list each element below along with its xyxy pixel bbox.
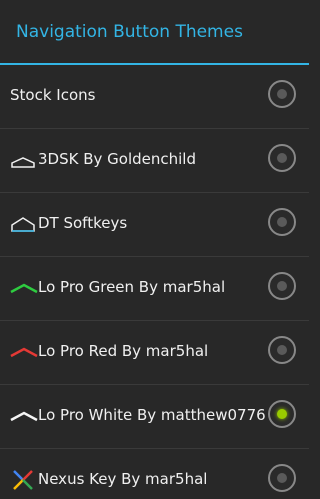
chevron-red-icon	[10, 343, 38, 363]
theme-option-lo-pro-green[interactable]: Lo Pro Green By mar5hal	[0, 257, 309, 321]
option-label: Lo Pro Red By mar5hal	[38, 342, 209, 360]
theme-option-dt-softkeys[interactable]: DT Softkeys	[0, 193, 309, 257]
home-outline-blue-icon	[10, 215, 36, 235]
radio-dot	[277, 281, 287, 291]
theme-list: Stock Icons 3DSK By Goldenchild DT Softk…	[0, 65, 309, 499]
chevron-white-icon	[10, 407, 38, 427]
radio-button[interactable]	[268, 272, 296, 300]
theme-dialog: Navigation Button Themes Stock Icons 3DS…	[0, 0, 309, 499]
radio-dot	[277, 89, 287, 99]
radio-button[interactable]	[268, 208, 296, 236]
radio-dot	[277, 473, 287, 483]
theme-option-lo-pro-white[interactable]: Lo Pro White By matthew0776	[0, 385, 309, 449]
option-label: Nexus Key By mar5hal	[38, 470, 208, 488]
option-label: Stock Icons	[10, 86, 96, 104]
chevron-green-icon	[10, 279, 38, 299]
home-outline-icon	[10, 151, 36, 171]
radio-button-selected[interactable]	[268, 400, 296, 428]
theme-option-3dsk[interactable]: 3DSK By Goldenchild	[0, 129, 309, 193]
radio-dot	[277, 345, 287, 355]
theme-option-lo-pro-red[interactable]: Lo Pro Red By mar5hal	[0, 321, 309, 385]
radio-dot	[277, 409, 287, 419]
option-label: 3DSK By Goldenchild	[38, 150, 196, 168]
dialog-header: Navigation Button Themes	[0, 0, 309, 65]
radio-dot	[277, 153, 287, 163]
theme-option-nexus-key[interactable]: Nexus Key By mar5hal	[0, 449, 309, 499]
nexus-x-icon	[10, 470, 36, 491]
radio-dot	[277, 217, 287, 227]
radio-button[interactable]	[268, 80, 296, 108]
radio-button[interactable]	[268, 144, 296, 172]
option-label: DT Softkeys	[38, 214, 128, 232]
dialog-title: Navigation Button Themes	[16, 22, 243, 42]
radio-button[interactable]	[268, 336, 296, 364]
option-label: Lo Pro Green By mar5hal	[38, 278, 226, 296]
option-label: Lo Pro White By matthew0776	[38, 406, 266, 424]
theme-option-stock-icons[interactable]: Stock Icons	[0, 65, 309, 129]
radio-button[interactable]	[268, 464, 296, 492]
